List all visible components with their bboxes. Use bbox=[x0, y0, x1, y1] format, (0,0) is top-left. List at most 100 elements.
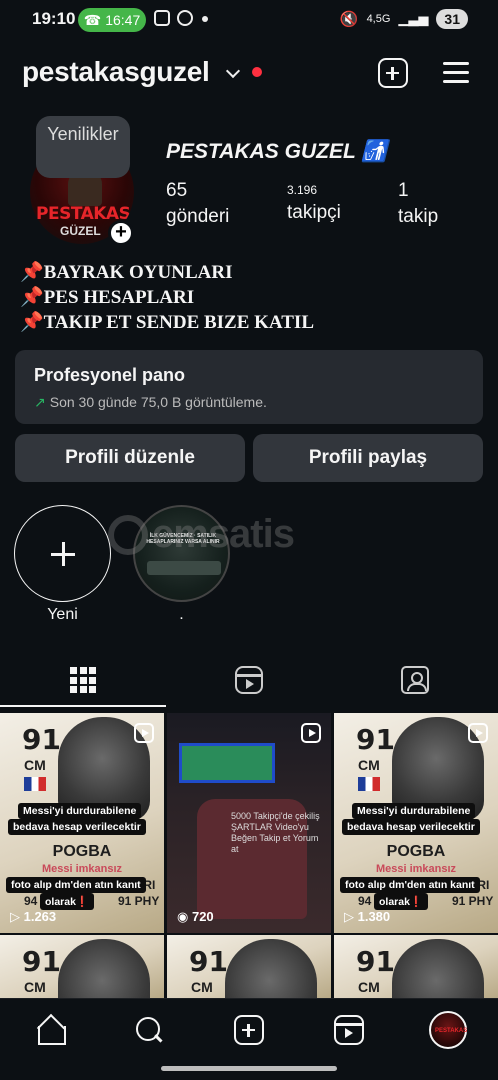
watermark-logo-icon bbox=[108, 514, 148, 555]
card-subtitle: Messi imkansız bbox=[375, 863, 457, 875]
profile-avatar[interactable]: PESTAKAS bbox=[429, 1011, 467, 1049]
france-flag-icon bbox=[24, 777, 46, 791]
reel-badge-icon bbox=[468, 723, 488, 743]
avatar-subtext: GÜZEL bbox=[60, 224, 101, 238]
caption-text: Messi'yi durdurabilene bbox=[352, 803, 476, 819]
caption-text: foto alıp dm'den atın kanıt bbox=[340, 877, 480, 893]
followers-count: 3.196 bbox=[287, 183, 318, 197]
player-photo bbox=[225, 939, 317, 998]
player-rating: 91 bbox=[356, 723, 395, 756]
watermark-text: emsatis bbox=[152, 512, 295, 556]
watermark: emsatis bbox=[108, 512, 295, 557]
bio-line: 📌PES HESAPLARI bbox=[20, 287, 195, 308]
following-count: 1 bbox=[398, 180, 409, 201]
shazam-notification-icon bbox=[177, 10, 193, 26]
note-bubble[interactable]: Yenilikler bbox=[36, 116, 130, 178]
caption-text: foto alıp dm'den atın kanıt bbox=[6, 877, 146, 893]
player-position: CM bbox=[191, 979, 213, 995]
view-count: ▷ 1.263 bbox=[10, 909, 57, 924]
bio-line: 📌BAYRAK OYUNLARI bbox=[20, 262, 233, 283]
pushpin-icon: 📌 bbox=[20, 287, 44, 308]
highlight-label: . bbox=[179, 606, 184, 623]
instagram-notification-icon bbox=[154, 10, 170, 26]
posts-stat[interactable]: 65 gönderi bbox=[166, 178, 229, 230]
signal-icon: ▁▃▅ bbox=[398, 11, 429, 26]
dashboard-title: Profesyonel pano bbox=[34, 365, 186, 385]
player-position: CM bbox=[24, 757, 46, 773]
caption-text: bedava hesap verilecektir bbox=[8, 819, 146, 835]
player-position: CM bbox=[358, 979, 380, 995]
reel-badge-icon bbox=[301, 723, 321, 743]
caption-text: olarak❗ bbox=[40, 893, 95, 910]
player-rating: 91 bbox=[356, 945, 395, 978]
following-stat[interactable]: 1 takip bbox=[398, 178, 438, 230]
player-name: POGBA bbox=[386, 843, 446, 860]
post-tile[interactable]: 91 CM Messi'yi durdurabilene bedava hesa… bbox=[334, 713, 498, 933]
player-photo bbox=[58, 939, 150, 998]
highlight-label: Yeni bbox=[47, 606, 78, 623]
chevron-down-icon[interactable] bbox=[225, 63, 241, 79]
battery-indicator: 31 bbox=[436, 9, 468, 29]
status-bar: 19:10 ☎ 16:47 🔇 4,5G ▁▃▅ 31 bbox=[0, 0, 498, 40]
caption-text: olarak❗ bbox=[374, 893, 429, 910]
post-text: 5000 Takipçi'de çekiliş ŞARTLAR Video'yu… bbox=[231, 811, 320, 854]
bio-line: 📌TAKIP ET SENDE BIZE KATIL bbox=[20, 312, 314, 333]
menu-icon[interactable] bbox=[443, 59, 469, 85]
pitch-thumbnail bbox=[179, 743, 275, 783]
call-indicator[interactable]: ☎ 16:47 bbox=[78, 8, 146, 32]
player-position: CM bbox=[358, 757, 380, 773]
call-timer: 16:47 bbox=[105, 12, 141, 28]
trend-up-icon: ↗ bbox=[34, 394, 46, 410]
reels-icon[interactable] bbox=[235, 666, 263, 694]
followers-stat[interactable]: 3.196 takipçi bbox=[287, 178, 341, 226]
share-profile-button[interactable]: Profili paylaş bbox=[253, 434, 483, 482]
player-rating: 91 bbox=[22, 945, 61, 978]
highlight-thumbnail-bar bbox=[147, 561, 221, 575]
new-highlight-button[interactable] bbox=[14, 505, 111, 602]
notification-dot bbox=[252, 67, 262, 77]
player-rating: 91 bbox=[189, 945, 228, 978]
more-notifications-dot bbox=[202, 16, 208, 22]
active-tab-indicator bbox=[0, 705, 166, 707]
pushpin-icon: 📌 bbox=[20, 262, 44, 283]
posts-count: 65 bbox=[166, 180, 188, 201]
view-count: ▷ 1.380 bbox=[344, 909, 391, 924]
reel-badge-icon bbox=[134, 723, 154, 743]
dashboard-subtitle: ↗ Son 30 günde 75,0 B görüntüleme. bbox=[34, 394, 267, 410]
player-photo bbox=[392, 939, 484, 998]
player-name: POGBA bbox=[52, 843, 112, 860]
reels-nav-icon[interactable] bbox=[334, 1015, 364, 1045]
grid-icon[interactable] bbox=[70, 667, 96, 693]
create-icon[interactable] bbox=[378, 58, 408, 88]
add-story-icon[interactable]: + bbox=[108, 220, 134, 246]
post-tile[interactable]: 91 CM bbox=[0, 935, 164, 998]
post-tile[interactable]: 5000 Takipçi'de çekiliş ŞARTLAR Video'yu… bbox=[167, 713, 331, 933]
player-position: CM bbox=[24, 979, 46, 995]
post-tile[interactable]: 91 CM bbox=[334, 935, 498, 998]
network-label: 4,5G bbox=[366, 13, 391, 25]
player-rating: 91 bbox=[22, 723, 61, 756]
username[interactable]: pestakasguzel bbox=[22, 56, 210, 88]
post-tile[interactable]: 91 CM bbox=[167, 935, 331, 998]
caption-text: Messi'yi durdurabilene bbox=[18, 803, 142, 819]
create-post-icon[interactable] bbox=[234, 1015, 264, 1045]
france-flag-icon bbox=[358, 777, 380, 791]
home-icon[interactable] bbox=[35, 1015, 66, 1045]
card-subtitle: Messi imkansız bbox=[41, 863, 123, 875]
post-tile[interactable]: 91 CM Messi'yi durdurabilene bedava hesa… bbox=[0, 713, 164, 933]
posts-label: gönderi bbox=[166, 206, 230, 227]
professional-dashboard[interactable]: Profesyonel pano ↗ Son 30 günde 75,0 B gö… bbox=[15, 350, 483, 424]
bio: 📌BAYRAK OYUNLARI 📌PES HESAPLARI 📌TAKIP E… bbox=[20, 260, 314, 335]
status-right: 🔇 4,5G ▁▃▅ 31 bbox=[340, 9, 468, 29]
status-time: 19:10 bbox=[32, 9, 76, 28]
display-name: PESTAKAS GUZEL 🚮 bbox=[166, 140, 388, 163]
tagged-icon[interactable] bbox=[401, 666, 429, 694]
search-icon[interactable] bbox=[134, 1015, 164, 1045]
edit-profile-button[interactable]: Profili düzenle bbox=[15, 434, 245, 482]
mute-icon: 🔇 bbox=[339, 11, 359, 28]
view-count: ◉ 720 bbox=[177, 909, 214, 924]
followers-label: takipçi bbox=[287, 202, 341, 223]
pushpin-icon: 📌 bbox=[20, 312, 44, 333]
gesture-bar[interactable] bbox=[161, 1066, 337, 1071]
caption-text: bedava hesap verilecektir bbox=[342, 819, 480, 835]
